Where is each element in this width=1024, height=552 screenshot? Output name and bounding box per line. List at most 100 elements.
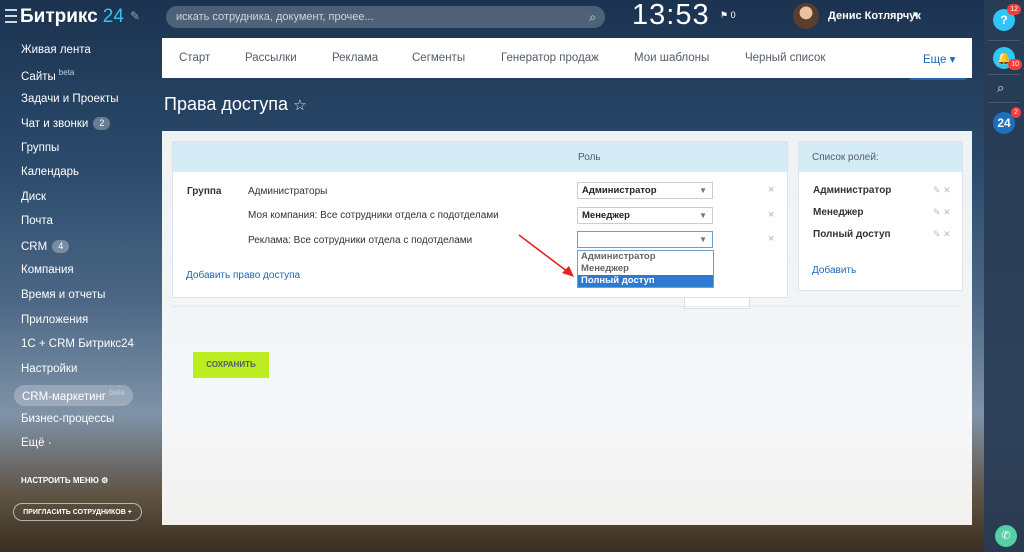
add-role-link[interactable]: Добавить	[812, 265, 856, 276]
counter-badge: 4	[52, 240, 70, 253]
close-icon[interactable]: ✕	[943, 229, 951, 239]
sidebar-item-apps[interactable]: Приложения	[21, 314, 88, 326]
tab-more-label: Еще	[923, 54, 947, 66]
edit-icon[interactable]: ✎	[933, 207, 941, 217]
role-dropdown-list: Администратор Менеджер Полный доступ	[577, 250, 714, 288]
role-select-value: Администратор	[582, 185, 657, 196]
sidebar-item-label: 1С + CRM Битрикс24	[21, 338, 134, 350]
sidebar-item-crm-marketing[interactable]: CRM-маркетинг beta	[14, 385, 133, 406]
chevron-down-icon[interactable]: ▾	[913, 9, 918, 20]
sidebar-item-tasks[interactable]: Задачи и Проекты	[21, 93, 119, 105]
roles-header-label: Список ролей:	[812, 152, 879, 163]
logo-text: Битрикс	[20, 6, 98, 27]
sidebar-item-sites[interactable]: Сайты beta	[21, 68, 74, 83]
notifications-badge: 10	[1008, 59, 1022, 70]
configure-menu-button[interactable]: НАСТРОИТЬ МЕНЮ ⚙	[21, 476, 108, 485]
sidebar-item-feed[interactable]: Живая лента	[21, 44, 91, 56]
flag-count: 0	[730, 10, 736, 20]
sidebar-item-settings[interactable]: Настройки	[21, 363, 77, 375]
tab-my-templates[interactable]: Мои шаблоны	[634, 52, 709, 64]
tab-start[interactable]: Старт	[179, 52, 210, 64]
search-icon[interactable]: ⌕	[589, 6, 596, 28]
add-access-link[interactable]: Добавить право доступа	[186, 270, 300, 281]
sidebar-item-label: Настройки	[21, 363, 78, 375]
marketing-tabs: Старт Рассылки Реклама Сегменты Генерато…	[162, 38, 972, 80]
save-button[interactable]: СОХРАНИТЬ	[193, 352, 269, 378]
close-icon[interactable]: ✕	[943, 207, 951, 217]
role-item[interactable]: Администратор	[813, 185, 891, 196]
sidebar-item-calendar[interactable]: Календарь	[21, 166, 79, 178]
search-input[interactable]: искать сотрудника, документ, прочее... ⌕	[166, 6, 605, 28]
chevron-down-icon: ▾	[949, 54, 956, 66]
edit-icon[interactable]: ✎	[933, 185, 941, 195]
beta-label: beta	[58, 68, 75, 77]
logo[interactable]: Битрикс 24	[20, 6, 124, 28]
sidebar-item-groups[interactable]: Группы	[21, 142, 59, 154]
help-badge: 12	[1007, 4, 1021, 15]
sidebar-item-crm[interactable]: CRM 4	[21, 240, 70, 253]
clock[interactable]: 13:53	[632, 0, 710, 32]
phone-icon[interactable]: ✆	[995, 525, 1017, 547]
bitrix24-button[interactable]: 24 2	[993, 107, 1021, 134]
sidebar-item-1c-crm[interactable]: 1С + CRM Битрикс24	[21, 338, 134, 350]
tab-segments[interactable]: Сегменты	[412, 52, 465, 64]
permissions-table-header: Роль	[173, 142, 787, 172]
role-select-value: Менеджер	[582, 210, 630, 221]
sidebar-item-more[interactable]: Ещё ·	[21, 437, 52, 449]
access-row-label: Реклама: Все сотрудники отдела с подотде…	[248, 235, 473, 246]
flag-indicator[interactable]: ⚑ 0	[720, 10, 736, 21]
role-option-full-access[interactable]: Полный доступ	[578, 275, 713, 287]
tab-blacklist[interactable]: Черный список	[745, 52, 825, 64]
tab-mailings[interactable]: Рассылки	[245, 52, 297, 64]
divider	[988, 40, 1020, 41]
sidebar-item-label: Сайты	[21, 70, 56, 83]
group-column-label: Группа	[187, 186, 222, 197]
tab-ads[interactable]: Реклама	[332, 52, 378, 64]
role-select[interactable]: Администратор ▼	[577, 182, 713, 199]
delete-row-icon[interactable]: ×	[768, 184, 774, 196]
close-icon[interactable]: ✕	[943, 185, 951, 195]
access-row-label: Моя компания: Все сотрудники отдела с по…	[248, 210, 499, 221]
help-button[interactable]: ? 12	[993, 4, 1021, 31]
avatar[interactable]	[793, 3, 819, 29]
right-rail: ? 12 🔔 10 ⌕ 24 2	[984, 0, 1024, 552]
user-name[interactable]: Денис Котлярчук	[828, 10, 921, 22]
delete-row-icon[interactable]: ×	[768, 233, 774, 245]
delete-row-icon[interactable]: ×	[768, 209, 774, 221]
role-item[interactable]: Полный доступ	[813, 229, 891, 240]
sidebar-item-label: Время и отчеты	[21, 289, 106, 301]
tab-more[interactable]: Еще ▾	[909, 52, 967, 80]
sidebar-item-mail[interactable]: Почта	[21, 215, 53, 227]
sidebar-item-label: Ещё ·	[21, 437, 52, 449]
tab-sales-generator[interactable]: Генератор продаж	[501, 52, 599, 64]
edit-icon[interactable]: ✎	[933, 229, 941, 239]
sidebar-item-chat[interactable]: Чат и звонки 2	[21, 117, 111, 130]
edit-logo-icon[interactable]: ✎	[130, 9, 140, 23]
roles-panel-header: Список ролей:	[799, 142, 962, 172]
divider	[172, 306, 962, 307]
dropdown-shadow	[684, 298, 750, 309]
sidebar-item-business-processes[interactable]: Бизнес-процессы	[21, 413, 114, 425]
menu-icon[interactable]	[5, 9, 17, 23]
top-header: Битрикс 24 ✎ искать сотрудника, документ,…	[0, 0, 984, 34]
sidebar-item-label: Живая лента	[21, 44, 91, 56]
role-select[interactable]: Менеджер ▼	[577, 207, 713, 224]
sidebar-item-label: Группы	[21, 142, 60, 154]
notifications-button[interactable]: 🔔 10	[993, 47, 1022, 70]
gear-icon: ⚙	[101, 476, 109, 485]
sidebar-item-time-reports[interactable]: Время и отчеты	[21, 289, 105, 301]
sidebar-item-disk[interactable]: Диск	[21, 191, 46, 203]
search-icon[interactable]: ⌕	[997, 80, 1004, 96]
role-option-manager[interactable]: Менеджер	[578, 263, 713, 275]
role-option-admin[interactable]: Администратор	[578, 251, 713, 263]
sidebar-item-company[interactable]: Компания	[21, 264, 74, 276]
role-select-open[interactable]: ▼	[577, 231, 713, 248]
page-title-text: Права доступа	[164, 94, 289, 114]
sidebar-item-label: Задачи и Проекты	[21, 93, 119, 105]
role-actions: ✎ ✕	[933, 185, 951, 196]
role-item[interactable]: Менеджер	[813, 207, 863, 218]
invite-users-button[interactable]: ПРИГЛАСИТЬ СОТРУДНИКОВ +	[13, 503, 142, 521]
bitrix24-icon: 24	[997, 116, 1011, 130]
logo-number: 24	[102, 6, 124, 27]
star-icon[interactable]: ☆	[293, 97, 306, 114]
